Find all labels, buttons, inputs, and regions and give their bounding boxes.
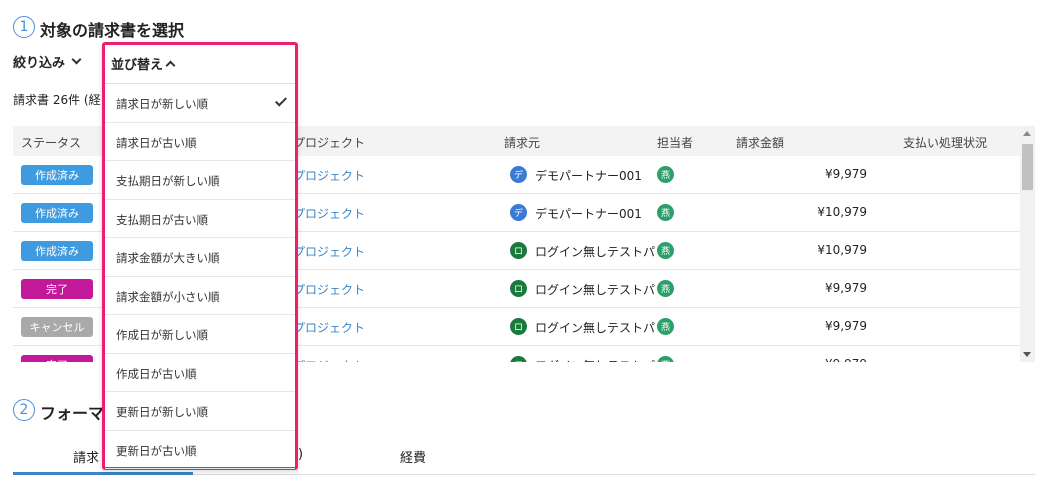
sort-option[interactable]: 請求日が新しい順 xyxy=(105,84,295,123)
issuer-avatar: ロ xyxy=(510,356,527,362)
issuer-avatar: デ xyxy=(510,166,527,183)
issuer-name: デモパートナー001 xyxy=(535,169,642,183)
project-link[interactable]: プロジェクト xyxy=(293,281,365,298)
sort-option-label: 請求金額が小さい順 xyxy=(116,289,220,304)
sort-option-label: 更新日が古い順 xyxy=(116,443,197,458)
staff-avatar: 燕 xyxy=(657,356,674,362)
sort-label: 並び替え xyxy=(111,58,164,73)
header-status: ステータス xyxy=(21,136,82,150)
step-number-1-text: 1 xyxy=(19,19,29,35)
chevron-up-icon xyxy=(165,60,176,70)
filter-label: 絞り込み xyxy=(13,56,66,71)
invoice-amount: ¥9,979 xyxy=(825,319,867,333)
staff-avatar: 燕 xyxy=(657,242,674,259)
tab-invoice[interactable]: 請求 xyxy=(73,447,99,466)
table-scrollbar[interactable] xyxy=(1020,126,1035,362)
sort-option-label: 請求日が古い順 xyxy=(116,135,197,150)
tab-expense[interactable]: 経費 xyxy=(400,447,426,466)
project-link[interactable]: プロジェクト xyxy=(293,205,365,222)
issuer-avatar: ロ xyxy=(510,242,527,259)
section-title-format: フォーマ xyxy=(40,404,105,423)
invoice-amount: ¥9,979 xyxy=(825,357,867,362)
header-project: プロジェクト xyxy=(293,136,366,150)
staff-avatar: 燕 xyxy=(657,318,674,335)
staff-avatar: 燕 xyxy=(657,166,674,183)
sort-option[interactable]: 請求金額が大きい順 xyxy=(105,238,295,277)
sort-option[interactable]: 請求金額が小さい順 xyxy=(105,277,295,315)
sort-option[interactable]: 請求日が古い順 xyxy=(105,123,295,161)
issuer-name: デモパートナー001 xyxy=(535,207,642,221)
header-staff: 担当者 xyxy=(657,136,694,150)
sort-option-label: 作成日が新しい順 xyxy=(116,328,208,342)
header-amount: 請求金額 xyxy=(736,136,785,150)
sort-option[interactable]: 更新日が新しい順 xyxy=(105,392,295,431)
tab-middle[interactable]: ) xyxy=(298,447,303,462)
status-badge: 完了 xyxy=(21,355,93,362)
sort-option[interactable]: 更新日が古い順 xyxy=(105,431,295,469)
sort-option-label: 支払期日が新しい順 xyxy=(116,174,220,188)
staff-avatar: 燕 xyxy=(657,204,674,221)
check-icon xyxy=(274,94,288,107)
status-badge: 作成済み xyxy=(21,203,93,223)
sort-option-label: 請求日が新しい順 xyxy=(116,97,208,111)
chevron-down-icon xyxy=(71,54,82,65)
sort-option[interactable]: 支払期日が古い順 xyxy=(105,200,295,238)
sort-button[interactable]: 並び替え xyxy=(111,54,176,73)
sort-option[interactable]: 作成日が古い順 xyxy=(105,354,295,392)
step-number-2-text: 2 xyxy=(19,402,29,418)
project-link[interactable]: プロジェクト xyxy=(293,243,365,260)
invoice-amount: ¥10,979 xyxy=(817,243,867,257)
status-badge: 作成済み xyxy=(21,241,93,261)
issuer-avatar: ロ xyxy=(510,280,527,297)
filter-button[interactable]: 絞り込み xyxy=(13,52,82,71)
sort-dropdown: 並び替え 請求日が新しい順 請求日が古い順支払期日が新しい順 支払期日が古い順 請求金… xyxy=(102,42,298,470)
invoice-amount: ¥10,979 xyxy=(817,205,867,219)
sort-option-label: 作成日が古い順 xyxy=(116,366,197,381)
issuer-avatar: ロ xyxy=(510,318,527,335)
scroll-down-icon[interactable] xyxy=(1023,352,1031,357)
header-payment-status: 支払い処理状況 xyxy=(903,136,988,150)
issuer-avatar: デ xyxy=(510,204,527,221)
project-link[interactable]: プロジェクト xyxy=(293,319,365,336)
tab-active-indicator xyxy=(13,472,193,475)
invoice-amount: ¥9,979 xyxy=(825,167,867,181)
section-title-select-invoice: 対象の請求書を選択 xyxy=(40,21,185,40)
step-number-2: 2 xyxy=(13,399,35,421)
invoice-count: 請求書 26件 (経 xyxy=(13,93,101,107)
sort-option-label: 請求金額が大きい順 xyxy=(116,251,220,265)
issuer-name: ログイン無しテストパ xyxy=(535,321,655,335)
project-link[interactable]: プロジェクト xyxy=(293,167,365,184)
staff-avatar: 燕 xyxy=(657,280,674,297)
issuer-name: ログイン無しテストパ xyxy=(535,357,655,362)
sort-option-label: 支払期日が古い順 xyxy=(116,212,208,227)
header-issuer: 請求元 xyxy=(504,136,541,150)
scroll-up-icon[interactable] xyxy=(1023,131,1031,136)
issuer-name: ログイン無しテストパ xyxy=(535,245,655,259)
scrollbar-thumb[interactable] xyxy=(1022,144,1033,190)
sort-option-label: 更新日が新しい順 xyxy=(116,405,208,419)
status-badge: 作成済み xyxy=(21,165,93,185)
status-badge: 完了 xyxy=(21,279,93,299)
status-badge: キャンセル xyxy=(21,317,93,337)
issuer-name: ログイン無しテストパ xyxy=(535,283,655,297)
sort-option[interactable]: 支払期日が新しい順 xyxy=(105,161,295,200)
invoice-amount: ¥9,979 xyxy=(825,281,867,295)
step-number-1: 1 xyxy=(13,16,35,38)
sort-option[interactable]: 作成日が新しい順 xyxy=(105,315,295,354)
project-link[interactable]: プロジェクト xyxy=(293,357,365,362)
